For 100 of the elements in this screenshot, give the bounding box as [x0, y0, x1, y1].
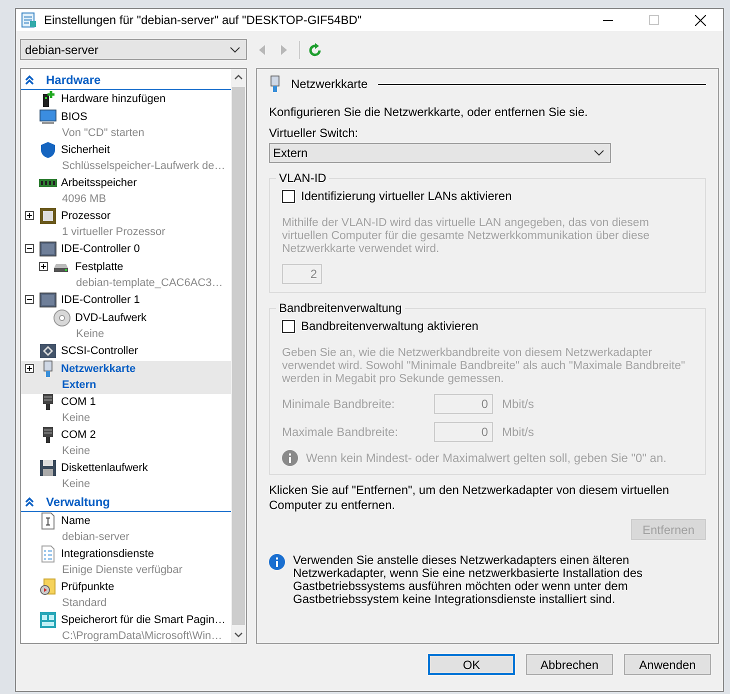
checkpoint-icon — [39, 578, 57, 596]
tree-item-label: Arbeitsspeicher — [61, 176, 137, 191]
tree-item[interactable]: IDE-Controller 1 — [21, 292, 231, 310]
tree-item[interactable]: Diskettenlaufwerk Keine — [21, 460, 231, 493]
disk-icon — [53, 264, 69, 273]
tree-item[interactable]: DVD-Laufwerk Keine — [21, 310, 231, 343]
tree-item[interactable]: IDE-Controller 0 — [21, 241, 231, 259]
expand-icon[interactable] — [25, 211, 34, 220]
unit-label: Mbit/s — [502, 397, 534, 411]
expand-icon[interactable] — [39, 262, 48, 271]
tree-item-detail: 1 virtueller Prozessor — [61, 225, 166, 240]
remove-text: Klicken Sie auf "Entfernen", um den Netzwerkadapter von diesem virtuellen Computer zu entfernen. — [269, 483, 670, 513]
expand-icon[interactable] — [25, 364, 34, 373]
tree-item[interactable]: Speicherort für die Smart Pagin… C:\ProgramData\Microsoft\Win… — [21, 612, 231, 643]
tree-item[interactable]: Prozessor 1 virtueller Prozessor — [21, 208, 231, 241]
scrollbar-thumb[interactable] — [232, 87, 245, 625]
section-title: Netzwerkkarte — [291, 77, 368, 91]
tree-item-label: BIOS — [61, 110, 88, 125]
tree-item-label: Integrationsdienste — [61, 547, 154, 562]
tree-item-label: Hardware hinzufügen — [61, 92, 166, 107]
tree-item-detail: Keine — [61, 444, 90, 459]
info-icon — [269, 554, 285, 570]
tree-item-label: Sicherheit — [61, 143, 110, 158]
refresh-icon — [308, 42, 322, 56]
checkbox-label[interactable]: Identifizierung virtueller LANs aktivieren — [301, 189, 512, 203]
chevron-down-icon — [594, 150, 604, 156]
tree-item[interactable]: BIOS Von "CD" starten — [21, 109, 231, 142]
integration-icon — [39, 545, 57, 563]
info-text: Verwenden Sie anstelle dieses Netzwerkadapters einen älteren Netzwerkadapter, wenn Sie eine netzwerkbasierte Installation des Gastbetriebssystems ausführen möchten oder wenn unter dem Gastbetriebssystem keine Integrationsdienste installiert sind. — [293, 554, 644, 606]
tree-item-label: Prozessor — [61, 209, 111, 224]
tree-item-detail: Extern — [61, 378, 96, 393]
intro-text: Konfigurieren Sie die Netzwerkkarte, oder entfernen Sie sie. — [269, 105, 589, 120]
tree-item[interactable]: Prüfpunkte Standard — [21, 579, 231, 612]
group-title: Bandbreitenverwaltung — [278, 301, 403, 315]
tree-item-detail: C:\ProgramData\Microsoft\Win… — [61, 629, 222, 643]
tree-item-label: SCSI-Controller — [61, 344, 138, 359]
tree-item-label: Festplatte — [75, 260, 124, 275]
paging-icon — [39, 611, 57, 629]
network-adapter-icon — [269, 75, 281, 93]
maximize-icon — [649, 15, 659, 25]
tree-item[interactable]: COM 1 Keine — [21, 394, 231, 427]
tree-item[interactable]: Hardware hinzufügen — [21, 91, 231, 109]
dialog-button[interactable]: Abbrechen — [526, 654, 613, 675]
tree-item-label: COM 2 — [61, 428, 96, 443]
dvd-icon — [53, 309, 71, 327]
tree-item-detail: debian-server — [61, 530, 130, 545]
tree-item-label: IDE-Controller 0 — [61, 242, 140, 257]
collapse-icon[interactable] — [25, 295, 34, 304]
tree-item[interactable]: Sicherheit Schlüsselspeicher-Laufwerk de… — [21, 142, 231, 175]
vlan-description: Mithilfe der VLAN-ID wird das virtuelle LAN angegeben, das von diesem virtuellen Computer für die gesamte Netzwerkkommunikation über diese Netzwerkkarte verwendet wird. — [282, 217, 651, 256]
bandwidth-note: Wenn kein Mindest- oder Maximalwert gelten soll, geben Sie "0" an. — [306, 451, 666, 465]
checkbox[interactable] — [282, 320, 295, 332]
tree-item[interactable]: COM 2 Keine — [21, 427, 231, 460]
collapse-icon[interactable] — [25, 244, 34, 253]
tree-item-detail: 4096 MB — [61, 192, 106, 207]
section-header[interactable]: Verwaltung — [21, 493, 231, 512]
tree-item-label: Name — [61, 514, 90, 529]
close-icon — [694, 14, 706, 26]
tree-item[interactable]: Arbeitsspeicher 4096 MB — [21, 175, 231, 208]
window-title: Einstellungen für "debian-server" auf "DESKTOP-GIF54BD" — [44, 13, 363, 27]
processor-icon — [39, 207, 57, 225]
tree-item-label: Speicherort für die Smart Pagin… — [61, 613, 226, 628]
tree-item[interactable]: Name debian-server — [21, 513, 231, 546]
tree-item-label: COM 1 — [61, 395, 96, 410]
floppy-icon — [39, 459, 57, 477]
tree-item-detail: debian-template_CAC6AC3… — [75, 276, 223, 291]
group-title: VLAN-ID — [278, 171, 328, 185]
tree-item-detail: Schlüsselspeicher-Laufwerk de… — [61, 159, 226, 174]
tree-item-detail: Keine — [61, 411, 90, 426]
tree-item-detail: Keine — [61, 477, 90, 492]
checkbox[interactable] — [282, 190, 295, 202]
info-icon — [282, 450, 298, 466]
unit-label: Mbit/s — [502, 425, 534, 439]
collapse-icon — [25, 75, 34, 85]
switch-dropdown[interactable]: Extern — [269, 143, 611, 163]
switch-label: Virtueller Switch: — [269, 126, 360, 141]
vm-dropdown[interactable]: debian-server — [20, 39, 247, 60]
tree-item[interactable]: Integrationsdienste Einige Dienste verfügbar — [21, 546, 231, 579]
tree-item-detail: Von "CD" starten — [61, 126, 144, 141]
chevron-down-icon — [230, 46, 240, 52]
tree-item-label: DVD-Laufwerk — [75, 311, 147, 326]
refresh-button[interactable] — [308, 42, 322, 56]
dialog-button[interactable]: Anwenden — [624, 654, 711, 675]
checkbox-label[interactable]: Bandbreitenverwaltung aktivieren — [301, 319, 478, 333]
security-icon — [39, 141, 57, 159]
field-label: Maximale Bandbreite: — [282, 425, 400, 439]
tree-item-label: Diskettenlaufwerk — [61, 461, 148, 476]
tree-item-detail: Einige Dienste verfügbar — [61, 563, 182, 578]
tree-item-label: Prüfpunkte — [61, 580, 114, 595]
bandwidth-description: Geben Sie an, wie die Netzwerkbandbreite von diesem Netzwerkadapter verwendet wird. Sowohl "Minimale Bandbreite" als auch "Maximale Bandbreite" werden in Megabit pro Sekunde gemessen. — [282, 347, 686, 386]
tree-item[interactable]: SCSI-Controller — [21, 343, 231, 361]
tree-item[interactable]: Netzwerkkarte Extern — [21, 361, 231, 394]
settings-window-icon — [20, 11, 38, 29]
tree-item-label: IDE-Controller 1 — [61, 293, 140, 308]
section-header[interactable]: Hardware — [21, 71, 231, 90]
bios-icon — [39, 108, 57, 126]
scrollbar[interactable] — [231, 69, 246, 643]
tree-item-detail: Standard — [61, 596, 107, 611]
tree-item[interactable]: Festplatte debian-template_CAC6AC3… — [21, 259, 231, 292]
dialog-button[interactable]: OK — [428, 654, 515, 675]
